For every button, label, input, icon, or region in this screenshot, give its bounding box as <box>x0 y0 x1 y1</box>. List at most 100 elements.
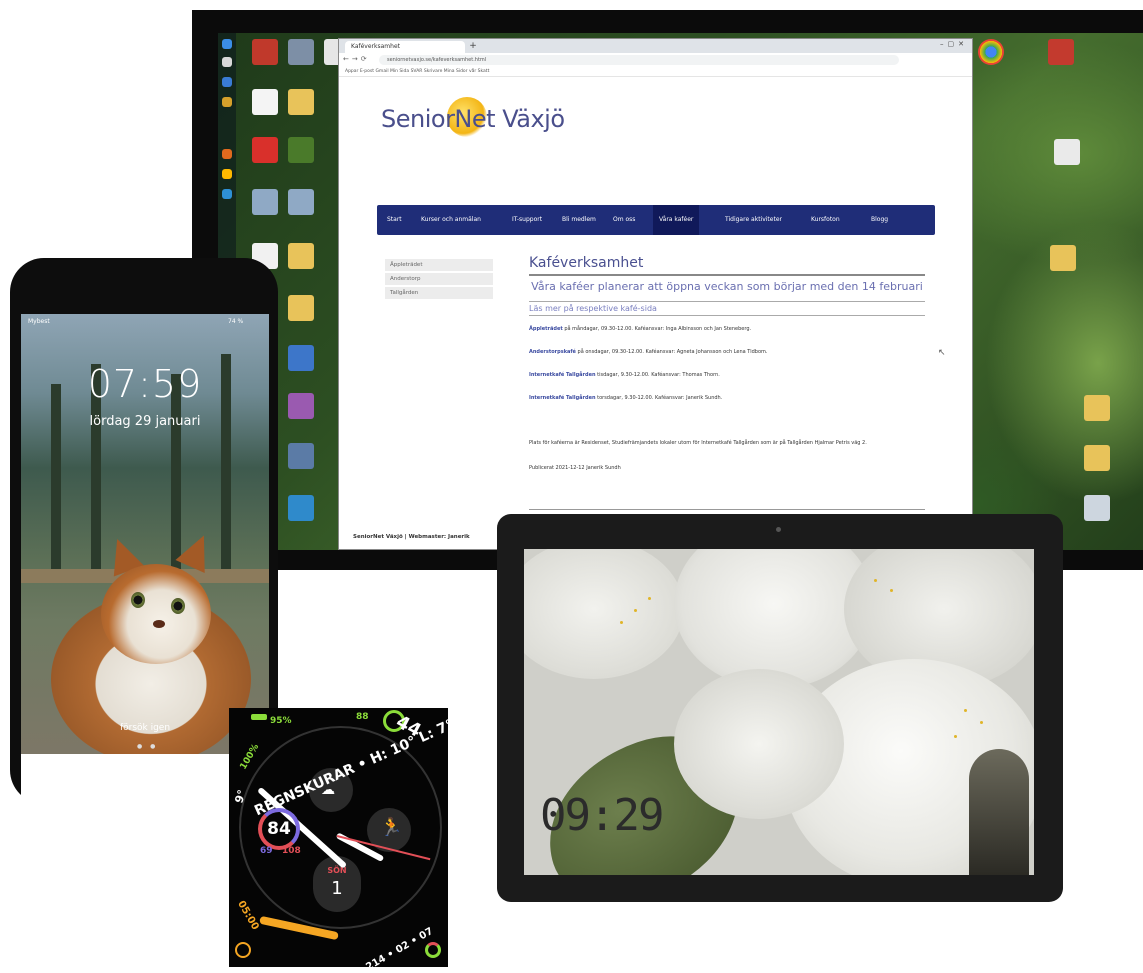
page-dots: ● ● <box>137 743 159 750</box>
desktop-app-icon[interactable] <box>288 495 314 521</box>
cat-eye <box>171 598 185 614</box>
side-item-appletradet[interactable]: Äppleträdet <box>385 259 493 271</box>
dreamweaver-icon[interactable] <box>288 137 314 163</box>
site-navbar: Start Kurser och anmälan IT-support Bli … <box>377 205 935 235</box>
desktop-app-icon[interactable] <box>288 39 314 65</box>
side-item-tallgarden[interactable]: Tallgården <box>385 287 493 299</box>
cafe-link[interactable]: Anderstorpskafé <box>529 349 576 355</box>
cafe-link[interactable]: Internetkafé Tallgården <box>529 395 596 401</box>
nav-item-vara-kafeer[interactable]: Våra kaféer <box>653 205 700 235</box>
section-title: Läs mer på respektive kafé-sida <box>529 301 925 316</box>
nav-item-bli-medlem[interactable]: Bli medlem <box>562 205 596 235</box>
mouse-cursor-icon: ↖ <box>938 348 946 358</box>
location-note: Plats för kaféerna är Residenset, Studie… <box>529 440 867 446</box>
phone-battery-complication: 95% <box>270 716 292 726</box>
tablet-camera <box>776 527 781 532</box>
folder-icon[interactable] <box>288 295 314 321</box>
lockscreen-date: lördag 29 januari <box>89 414 201 429</box>
new-tab-button[interactable]: + <box>467 40 479 52</box>
folder-icon[interactable] <box>1084 445 1110 471</box>
edge-icon[interactable] <box>222 77 232 87</box>
side-menu: Äppleträdet Anderstorp Tallgården <box>385 259 493 301</box>
pdf-icon[interactable] <box>252 137 278 163</box>
petal <box>674 669 844 819</box>
heart-low: 69 <box>260 846 273 856</box>
nav-buttons[interactable]: ←→⟳ <box>343 55 370 63</box>
stamen <box>648 597 651 600</box>
cafe-item: Internetkafé Tallgården tisdagar, 9.30-1… <box>529 372 925 379</box>
cafe-details: tisdagar, 9.30-12.00. Kaféansvar: Thomas… <box>597 372 720 378</box>
timer-icon <box>235 942 251 958</box>
browser-window: Kaféverksamhet + –▢✕ ←→⟳ seniornetvaxjo.… <box>338 38 973 550</box>
nav-item-blogg[interactable]: Blogg <box>871 205 888 235</box>
taskbar-app-icon[interactable] <box>222 57 232 67</box>
main-content: Kaféverksamhet Våra kaféer planerar att … <box>529 255 925 472</box>
heart-high: 108 <box>282 846 301 856</box>
stamen <box>954 735 957 738</box>
stamen <box>620 621 623 624</box>
document-icon[interactable] <box>1054 139 1080 165</box>
nav-item-it-support[interactable]: IT-support <box>512 205 542 235</box>
cat-face <box>101 564 211 664</box>
cafe-details: på onsdagar, 09.30-12.00. Kaféansvar: Ag… <box>577 349 768 355</box>
photos-icon[interactable] <box>222 169 232 179</box>
folder-icon[interactable] <box>222 97 232 107</box>
lockscreen-time: 07:59 <box>87 362 203 406</box>
cafe-details: på måndagar, 09.30-12.00. Kaféansvar: In… <box>564 326 752 332</box>
desktop-app-icon[interactable] <box>252 39 278 65</box>
announcement: Våra kaféer planerar att öppna veckan so… <box>531 280 923 293</box>
cafe-link[interactable]: Äppleträdet <box>529 326 563 332</box>
folder-icon[interactable] <box>288 89 314 115</box>
mail-icon[interactable] <box>222 189 232 199</box>
footer-text: SeniorNet Växjö | Webmaster: Janerik <box>353 534 470 540</box>
nav-item-om-oss[interactable]: Om oss <box>613 205 635 235</box>
start-icon[interactable] <box>222 39 232 49</box>
page-title: Kaféverksamhet <box>529 255 925 276</box>
cat-ear <box>175 528 219 574</box>
bookmarks-bar[interactable]: Appar E-post Gmail Min Sida SVAR Skrivar… <box>339 67 972 77</box>
desktop-app-icon[interactable] <box>288 393 314 419</box>
cafe-item: Anderstorpskafé på onsdagar, 09.30-12.00… <box>529 349 925 356</box>
document-icon[interactable] <box>252 89 278 115</box>
recycle-bin-icon[interactable] <box>1084 495 1110 521</box>
browser-tab[interactable]: Kaféverksamhet <box>345 41 465 53</box>
address-bar[interactable]: seniornetvaxjo.se/kafeverksamhet.html <box>379 55 899 65</box>
firefox-icon[interactable] <box>222 149 232 159</box>
cafe-link[interactable]: Internetkafé Tallgården <box>529 372 596 378</box>
desktop-app-icon[interactable] <box>288 189 314 215</box>
stamen <box>890 589 893 592</box>
desktop-app-icon[interactable] <box>288 443 314 469</box>
nav-item-tidigare[interactable]: Tidigare aktiviteter <box>725 205 782 235</box>
side-item-anderstorp[interactable]: Anderstorp <box>385 273 493 285</box>
site-logo[interactable]: SeniorNet Växjö <box>381 105 565 133</box>
folder-icon[interactable] <box>1050 245 1076 271</box>
desktop-app-icon[interactable] <box>288 345 314 371</box>
address-toolbar: ←→⟳ seniornetvaxjo.se/kafeverksamhet.htm… <box>339 53 972 68</box>
nav-item-kursfoton[interactable]: Kursfoton <box>811 205 840 235</box>
tablet-clock: 09:29 <box>540 790 664 841</box>
cafe-details: torsdagar, 9.30-12.00. Kaféansvar: Janer… <box>597 395 723 401</box>
cafe-item: Internetkafé Tallgården torsdagar, 9.30-… <box>529 395 925 402</box>
cat-nose <box>153 620 165 628</box>
stamen <box>874 579 877 582</box>
calendar-complication: SÖN 1 <box>313 856 361 912</box>
tab-bar: Kaféverksamhet + –▢✕ <box>339 39 972 53</box>
stamen <box>634 609 637 612</box>
desktop-app-icon[interactable] <box>252 189 278 215</box>
window-controls[interactable]: –▢✕ <box>940 40 968 48</box>
site-footer: SeniorNet Växjö | Webmaster: Janerik <box>353 534 470 540</box>
folder-icon[interactable] <box>288 243 314 269</box>
desktop-app-icon[interactable] <box>1048 39 1074 65</box>
phone-carrier: Mybest <box>28 318 50 325</box>
nav-item-kurser[interactable]: Kurser och anmälan <box>421 205 481 235</box>
running-icon: 🏃 <box>380 817 403 838</box>
petal <box>524 549 684 679</box>
content-divider <box>529 509 925 510</box>
webpage: SeniorNet Växjö Start Kurser och anmälan… <box>353 79 953 549</box>
day-label: SÖN <box>327 866 347 875</box>
chrome-icon[interactable] <box>978 39 1004 65</box>
nav-item-start[interactable]: Start <box>387 205 402 235</box>
published-date: Publicerat 2021-12-12 Janerik Sundh <box>529 465 621 471</box>
stamen <box>964 709 967 712</box>
folder-icon[interactable] <box>1084 395 1110 421</box>
